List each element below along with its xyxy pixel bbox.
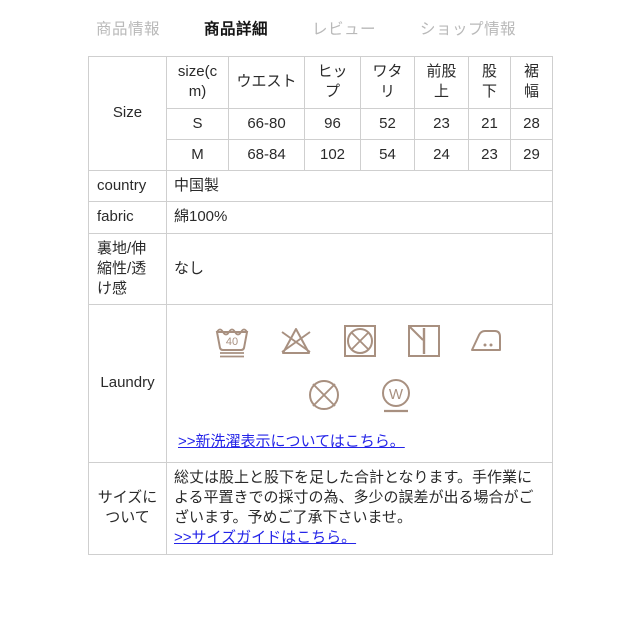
- cell-laundry-value: 40 W >>新洗濯表示についてはこちら。: [166, 304, 553, 463]
- cell-front-rise-s: 23: [414, 107, 469, 140]
- product-tab-bar: 商品情報 商品詳細 レビュー ショップ情報: [0, 0, 640, 56]
- table-row: country 中国製: [88, 169, 553, 203]
- drip-dry-in-shade-icon: [403, 320, 445, 362]
- col-header-front-rise: 前股上: [414, 56, 469, 109]
- cell-waist-s: 66-80: [228, 107, 305, 140]
- cell-lining-value: なし: [166, 232, 553, 306]
- table-row: 裏地/伸縮性/透け感 なし: [88, 232, 553, 306]
- tab-product-info[interactable]: 商品情報: [96, 17, 160, 39]
- col-header-hem-width: 裾幅: [510, 56, 553, 109]
- row-label-fabric: fabric: [88, 201, 167, 234]
- size-note-text: 総丈は股上と股下を足した合計となります。手作業による平置きでの採寸の為、多少の誤…: [174, 468, 534, 527]
- table-row-size-note: サイズについて 総丈は股上と股下を足した合計となります。手作業による平置きでの採…: [88, 461, 553, 555]
- tab-product-detail[interactable]: 商品詳細: [204, 17, 268, 39]
- cell-fabric-value: 綿100%: [166, 201, 553, 234]
- table-row-size-header: Size size(cm) ウエスト ヒップ ワタリ 前股上 股下 裾幅: [88, 56, 553, 171]
- cell-size-m: M: [166, 138, 229, 172]
- wash-40-delicate-icon: 40: [211, 320, 253, 362]
- cell-watari-s: 52: [360, 107, 415, 140]
- col-header-watari: ワタリ: [360, 56, 415, 109]
- row-label-laundry: Laundry: [88, 304, 167, 463]
- tab-shop-info[interactable]: ショップ情報: [420, 17, 516, 39]
- do-not-tumble-dry-icon: [339, 320, 381, 362]
- row-label-size: Size: [88, 56, 167, 171]
- iron-medium-icon: [467, 320, 509, 362]
- laundry-link-wrapper: >>新洗濯表示についてはこちら。: [174, 432, 545, 452]
- cell-waist-m: 68-84: [228, 138, 305, 172]
- col-header-size: size(cm): [166, 56, 229, 109]
- product-spec-table: Size size(cm) ウエスト ヒップ ワタリ 前股上 股下 裾幅 S 6…: [88, 56, 553, 555]
- svg-text:40: 40: [225, 336, 237, 348]
- row-label-lining: 裏地/伸縮性/透け感: [88, 232, 167, 306]
- cell-watari-m: 54: [360, 138, 415, 172]
- laundry-icon-row-1: 40: [174, 320, 545, 362]
- table-row: fabric 綿100%: [88, 201, 553, 234]
- cell-inseam-m: 23: [468, 138, 511, 172]
- cell-size-note: 総丈は股上と股下を足した合計となります。手作業による平置きでの採寸の為、多少の誤…: [166, 461, 553, 555]
- do-not-dryclean-icon: [303, 374, 345, 416]
- cell-hip-s: 96: [304, 107, 361, 140]
- cell-front-rise-m: 24: [414, 138, 469, 172]
- cell-size-s: S: [166, 107, 229, 140]
- col-header-hip: ヒップ: [304, 56, 361, 109]
- tab-reviews[interactable]: レビュー: [312, 17, 376, 39]
- row-label-country: country: [88, 169, 167, 203]
- product-spec-table-wrapper: Size size(cm) ウエスト ヒップ ワタリ 前股上 股下 裾幅 S 6…: [0, 56, 640, 555]
- svg-text:W: W: [388, 386, 403, 403]
- col-header-inseam: 股下: [468, 56, 511, 109]
- table-row-laundry: Laundry 40 W >>新洗濯表示についてはこちら。: [88, 304, 553, 463]
- cell-hip-m: 102: [304, 138, 361, 172]
- row-label-size-note: サイズについて: [88, 461, 167, 555]
- cell-inseam-s: 21: [468, 107, 511, 140]
- cell-country-value: 中国製: [166, 169, 553, 203]
- size-guide-link[interactable]: >>サイズガイドはこちら。: [174, 528, 356, 548]
- cell-hem-s: 28: [510, 107, 553, 140]
- laundry-guide-link[interactable]: >>新洗濯表示についてはこちら。: [178, 432, 405, 452]
- col-header-waist: ウエスト: [228, 56, 305, 109]
- laundry-icon-row-2: W: [174, 374, 545, 416]
- wetclean-gentle-icon: W: [375, 374, 417, 416]
- cell-hem-m: 29: [510, 138, 553, 172]
- do-not-bleach-icon: [275, 320, 317, 362]
